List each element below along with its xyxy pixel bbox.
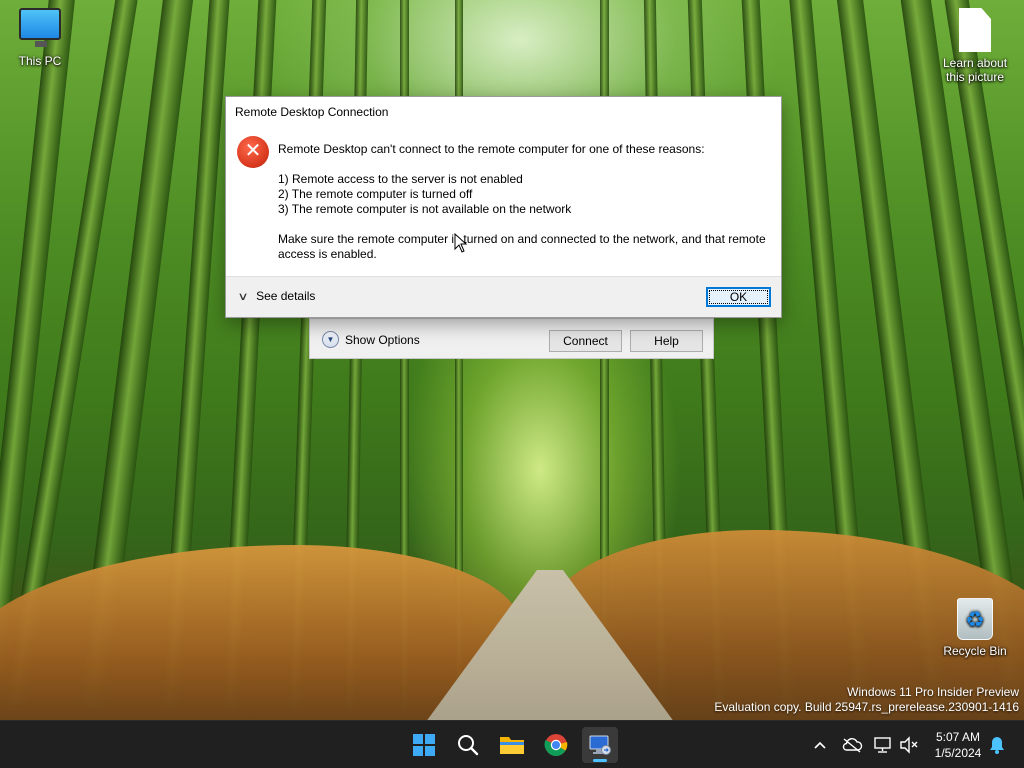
watermark-line1: Windows 11 Pro Insider Preview (847, 685, 1019, 699)
remote-desktop-icon (589, 735, 611, 755)
chevron-up-icon (814, 741, 826, 749)
taskbar: 5:07 AM 1/5/2024 (0, 720, 1024, 768)
desktop-icon-label: Learn about this picture (935, 56, 1015, 84)
error-dialog: Remote Desktop Connection ✕ Remote Deskt… (225, 96, 782, 318)
recycle-bin-icon: ♻ (957, 598, 993, 640)
network-disconnected-icon (874, 737, 891, 753)
evaluation-watermark: Windows 11 Pro Insider Preview Evaluatio… (714, 685, 1019, 715)
desktop-icon-label: This PC (18, 54, 62, 68)
show-options-toggle[interactable]: ▼ Show Options (322, 331, 420, 348)
desktop-icon-this-pc[interactable]: This PC (0, 8, 80, 68)
show-options-label: Show Options (345, 332, 420, 347)
dialog-message: Remote Desktop can't connect to the remo… (278, 142, 773, 262)
error-icon: ✕ (237, 136, 269, 168)
taskbar-clock[interactable]: 5:07 AM 1/5/2024 (926, 729, 990, 761)
file-explorer-icon (500, 737, 524, 754)
bell-icon (990, 737, 1004, 754)
dialog-body: ✕ Remote Desktop can't connect to the re… (226, 127, 781, 277)
show-hidden-icons-button[interactable] (808, 733, 832, 757)
active-app-indicator (593, 759, 607, 762)
watermark-line2: Evaluation copy. Build 25947.rs_prerelea… (714, 700, 1019, 714)
see-details-label: See details (256, 289, 316, 303)
help-button[interactable]: Help (630, 330, 703, 352)
clock-time: 5:07 AM (935, 730, 981, 744)
volume-muted-icon (900, 736, 918, 754)
chevron-down-circle-icon: ▼ (322, 331, 339, 348)
reason-item: 3) The remote computer is not available … (278, 202, 572, 216)
volume-tray-button[interactable] (897, 733, 921, 757)
taskbar-file-explorer[interactable] (494, 727, 530, 763)
desktop-icon-label-line2: this picture (945, 70, 1005, 84)
desktop-icon-learn-about-picture[interactable]: Learn about this picture (935, 8, 1015, 84)
start-icon (413, 734, 435, 756)
chevron-down-icon: ∨ (237, 290, 249, 303)
start-button[interactable] (406, 727, 442, 763)
reason-item: 1) Remote access to the server is not en… (278, 172, 523, 186)
reason-list: 1) Remote access to the server is not en… (278, 172, 773, 217)
taskbar-chrome[interactable] (538, 727, 574, 763)
connect-button[interactable]: Connect (549, 330, 622, 352)
document-icon (959, 8, 991, 52)
cloud-offline-icon (842, 738, 863, 753)
network-tray-button[interactable] (871, 733, 895, 757)
desktop-icon-recycle-bin[interactable]: ♻ Recycle Bin (935, 598, 1015, 658)
see-details-toggle[interactable]: ∨ See details (237, 289, 316, 303)
notifications-button[interactable] (985, 733, 1009, 757)
ok-button[interactable]: OK (706, 287, 771, 307)
dialog-title[interactable]: Remote Desktop Connection (226, 97, 781, 127)
remote-desktop-connection-window: ▼ Show Options Connect Help (309, 318, 714, 359)
advice-text: Make sure the remote computer is turned … (278, 232, 766, 261)
onedrive-tray-button[interactable] (840, 733, 864, 757)
grass-left (0, 545, 520, 720)
desktop-icon-label: Recycle Bin (943, 644, 1007, 658)
dialog-footer: ∨ See details OK (226, 276, 781, 317)
taskbar-remote-desktop[interactable] (582, 727, 618, 763)
monitor-icon (19, 8, 61, 47)
chrome-icon (544, 734, 568, 756)
search-icon (458, 735, 479, 756)
taskbar-search-button[interactable] (450, 727, 486, 763)
desktop-icon-label-line1: Learn about (942, 56, 1008, 70)
clock-date: 1/5/2024 (934, 746, 982, 760)
mouse-cursor-icon (454, 233, 468, 253)
reason-item: 2) The remote computer is turned off (278, 187, 473, 201)
error-heading: Remote Desktop can't connect to the remo… (278, 142, 705, 156)
